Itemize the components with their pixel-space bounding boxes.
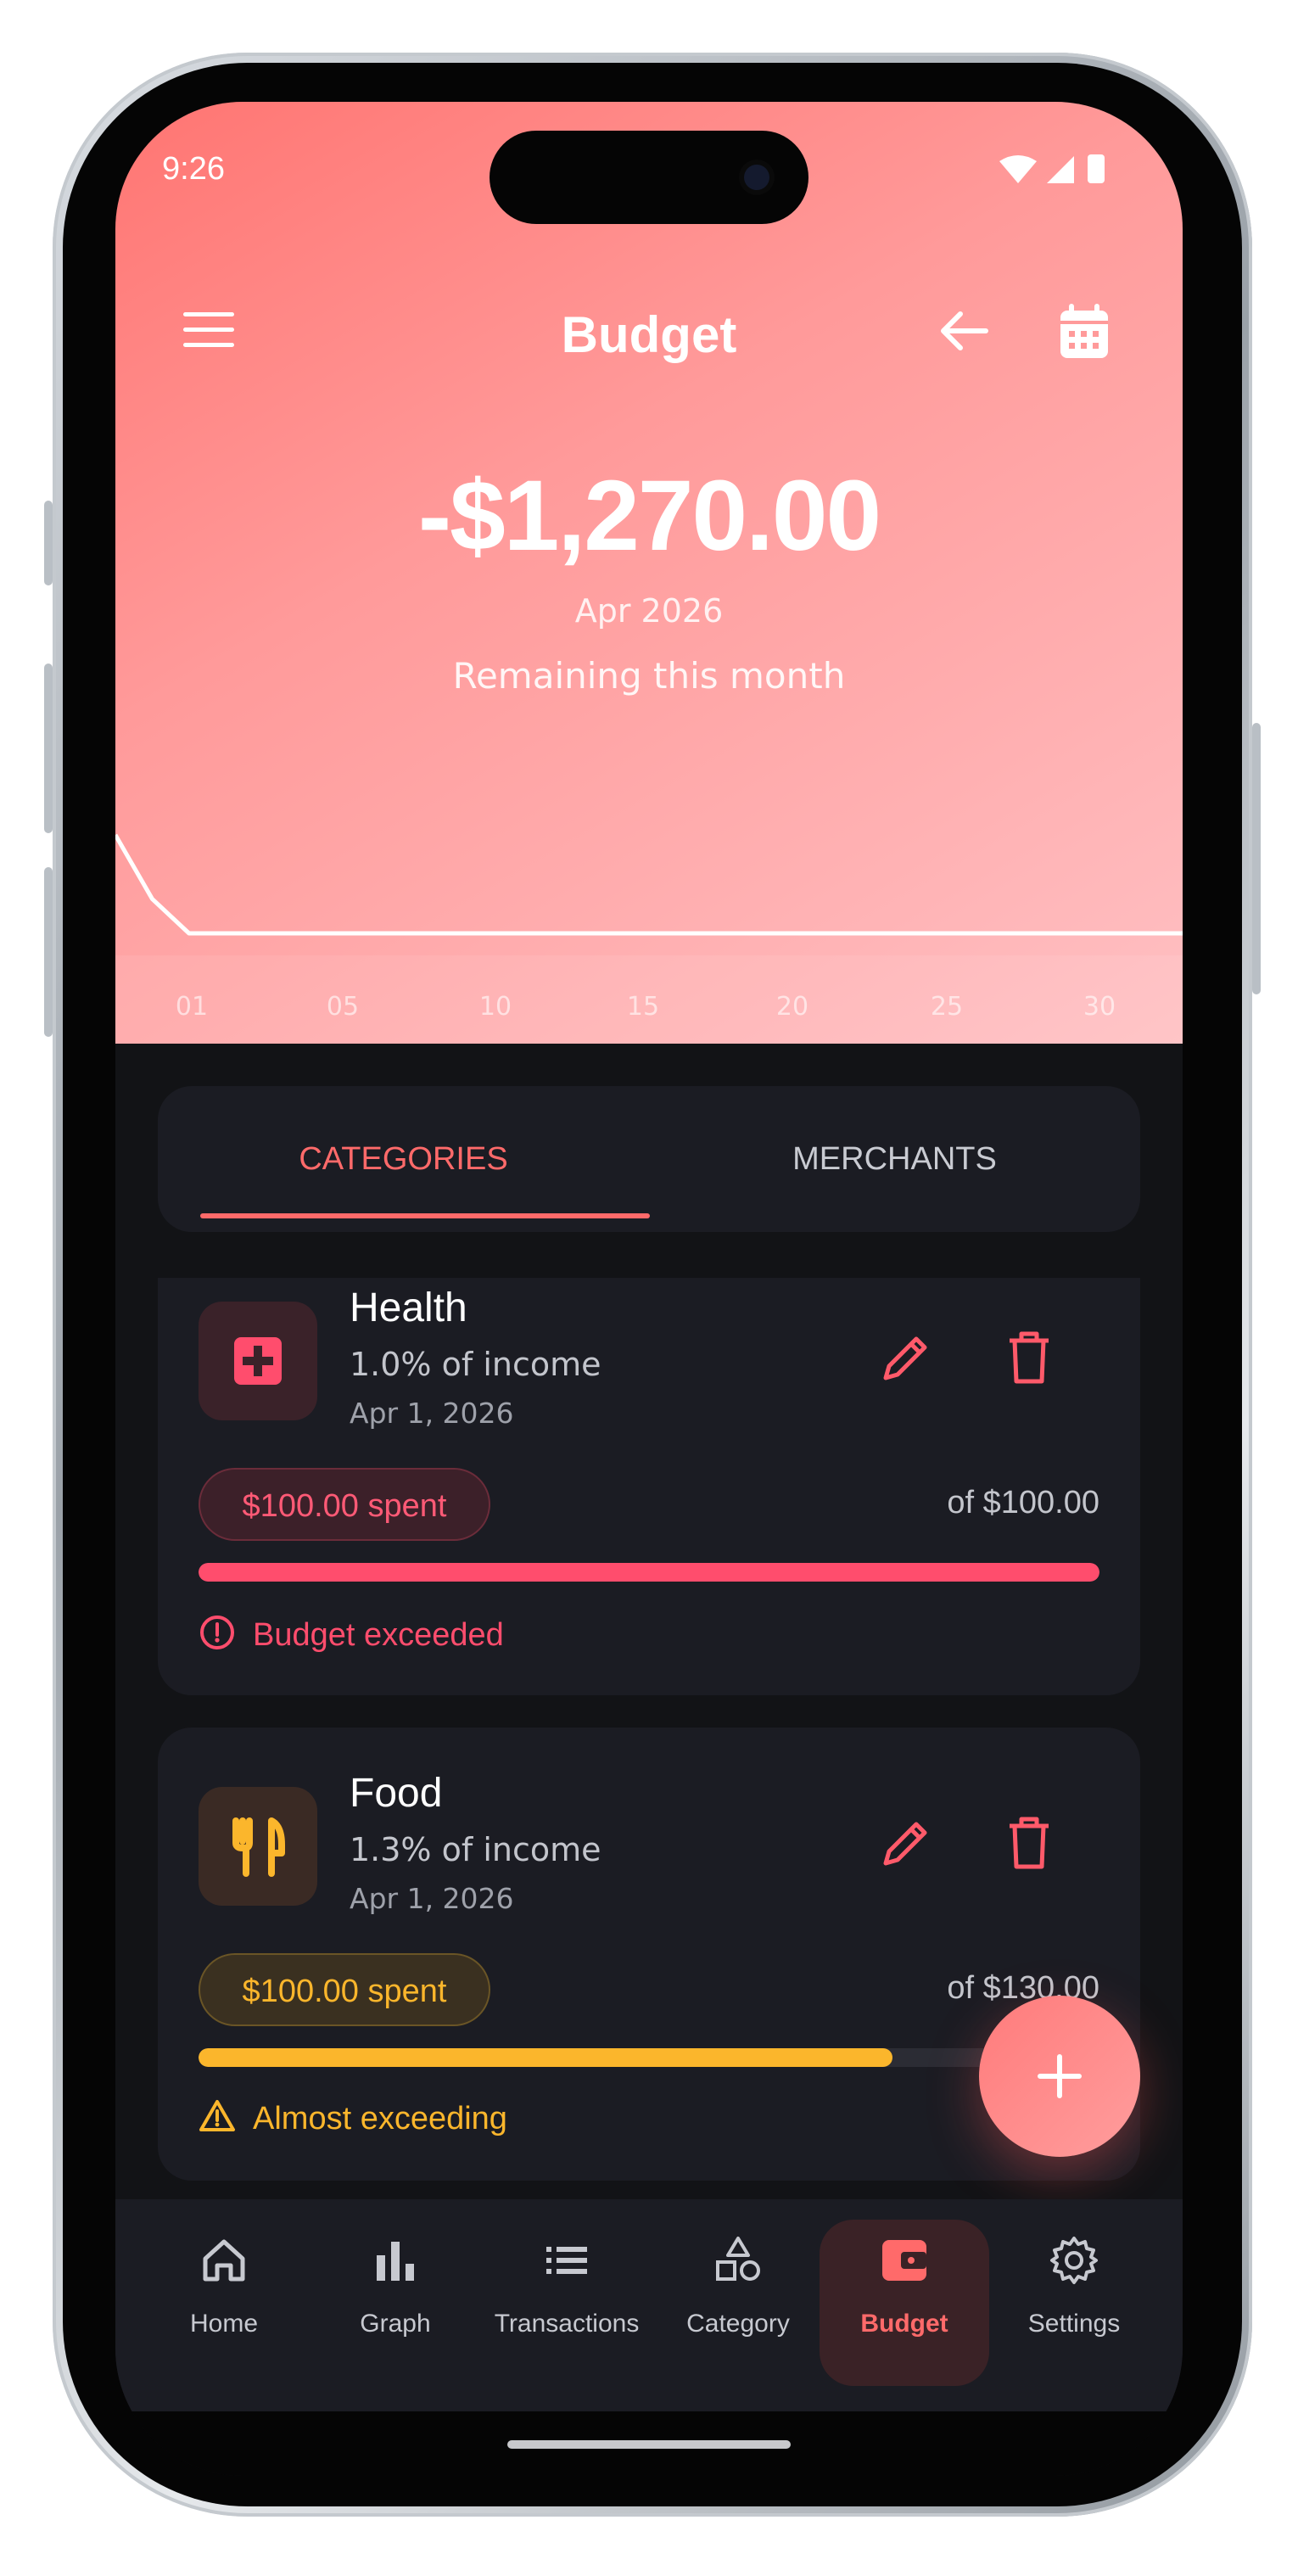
power-button: [1252, 723, 1261, 994]
active-tab-indicator: [200, 1213, 650, 1218]
arrow-back-icon[interactable]: [935, 305, 994, 356]
nav-label: Settings: [1027, 2310, 1121, 2338]
nav-home[interactable]: Home: [139, 2199, 309, 2411]
budget-status-text: Budget exceeded: [253, 1617, 504, 1654]
spending-chart: 01 05 10 15 20 25 30: [115, 833, 1183, 1044]
list-icon: [546, 2247, 587, 2274]
remaining-label: Remaining this month: [452, 655, 846, 697]
nav-category[interactable]: Category: [653, 2199, 823, 2411]
x-tick-label: 30: [1083, 992, 1116, 1022]
income-percentage: 1.0% of income: [350, 1346, 601, 1383]
x-tick-label: 10: [479, 992, 512, 1022]
shapes-icon: [716, 2237, 760, 2281]
edit-icon[interactable]: [879, 1816, 933, 1870]
budget-status: Budget exceeded: [199, 1614, 504, 1660]
volume-down-button: [44, 867, 53, 1037]
add-budget-button[interactable]: [979, 1996, 1140, 2157]
delete-icon[interactable]: [1006, 1816, 1052, 1870]
screen: 9:26 Budget -$1,270.00 Apr 2026 Remainin…: [115, 102, 1183, 2476]
delete-icon[interactable]: [1006, 1330, 1052, 1385]
fork-knife-icon: [232, 1817, 285, 1877]
chart-series-line: [115, 833, 1183, 936]
spent-badge: $100.00 spent: [199, 1468, 490, 1541]
wifi-icon: [999, 155, 1037, 183]
warning-icon: [199, 2100, 235, 2131]
gear-icon: [1050, 2237, 1098, 2284]
home-icon: [203, 2239, 245, 2282]
bar-chart-icon: [377, 2242, 414, 2281]
nav-label: Category: [686, 2310, 790, 2338]
progress-track: [199, 1563, 1099, 1582]
budget-limit: of $100.00: [947, 1485, 1099, 1520]
battery-icon: [1088, 154, 1105, 183]
plus-icon: [1038, 2054, 1082, 2098]
status-time: 9:26: [162, 151, 225, 187]
medical-cross-icon: [234, 1337, 282, 1385]
nav-settings[interactable]: Settings: [989, 2199, 1159, 2411]
x-tick-label: 25: [931, 992, 963, 1022]
nav-label: Transactions: [494, 2310, 640, 2338]
nav-budget[interactable]: Budget: [820, 2199, 989, 2411]
nav-label: Budget: [860, 2310, 948, 2338]
budget-date: Apr 1, 2026: [350, 1882, 514, 1915]
category-icon-box: [199, 1302, 317, 1420]
tab-categories[interactable]: CATEGORIES: [158, 1086, 649, 1232]
budget-date: Apr 1, 2026: [350, 1397, 514, 1430]
volume-up-button: [44, 664, 53, 833]
tab-merchants[interactable]: MERCHANTS: [649, 1086, 1140, 1232]
status-icons: [999, 154, 1105, 183]
progress-track: [199, 2048, 1099, 2067]
budget-header: 9:26 Budget -$1,270.00 Apr 2026 Remainin…: [115, 102, 1183, 1044]
category-name: Health: [350, 1285, 467, 1330]
x-tick-label: 15: [627, 992, 659, 1022]
wallet-icon: [882, 2240, 926, 2281]
nav-transactions[interactable]: Transactions: [482, 2199, 652, 2411]
budget-status: Almost exceeding: [199, 2097, 507, 2143]
tab-bar: CATEGORIES MERCHANTS: [158, 1086, 1140, 1232]
month-label: Apr 2026: [574, 592, 724, 630]
progress-fill: [199, 1563, 1099, 1582]
front-camera: [744, 165, 769, 190]
budget-card-health[interactable]: Health 1.0% of income Apr 1, 2026 $100.0…: [158, 1278, 1140, 1695]
budget-status-text: Almost exceeding: [253, 2101, 507, 2137]
bottom-nav: Home Graph Transactions Category Budget …: [115, 2199, 1183, 2411]
nav-label: Home: [189, 2310, 259, 2338]
category-icon-box: [199, 1787, 317, 1906]
dynamic-island: [490, 131, 808, 224]
calendar-icon[interactable]: [1057, 302, 1111, 361]
side-button: [44, 501, 53, 585]
page-title: Budget: [561, 306, 737, 363]
cellular-icon: [1047, 156, 1074, 183]
home-indicator: [507, 2440, 791, 2449]
income-percentage: 1.3% of income: [350, 1831, 601, 1868]
nav-graph[interactable]: Graph: [311, 2199, 480, 2411]
progress-fill: [199, 2048, 892, 2067]
nav-label: Graph: [360, 2310, 431, 2338]
x-tick-label: 05: [327, 992, 359, 1022]
remaining-amount: -$1,270.00: [417, 460, 881, 572]
x-tick-label: 01: [176, 992, 208, 1022]
category-name: Food: [350, 1771, 443, 1816]
spent-badge: $100.00 spent: [199, 1953, 490, 2026]
x-tick-label: 20: [776, 992, 808, 1022]
edit-icon[interactable]: [879, 1330, 933, 1385]
alert-circle-icon: [200, 1616, 234, 1649]
